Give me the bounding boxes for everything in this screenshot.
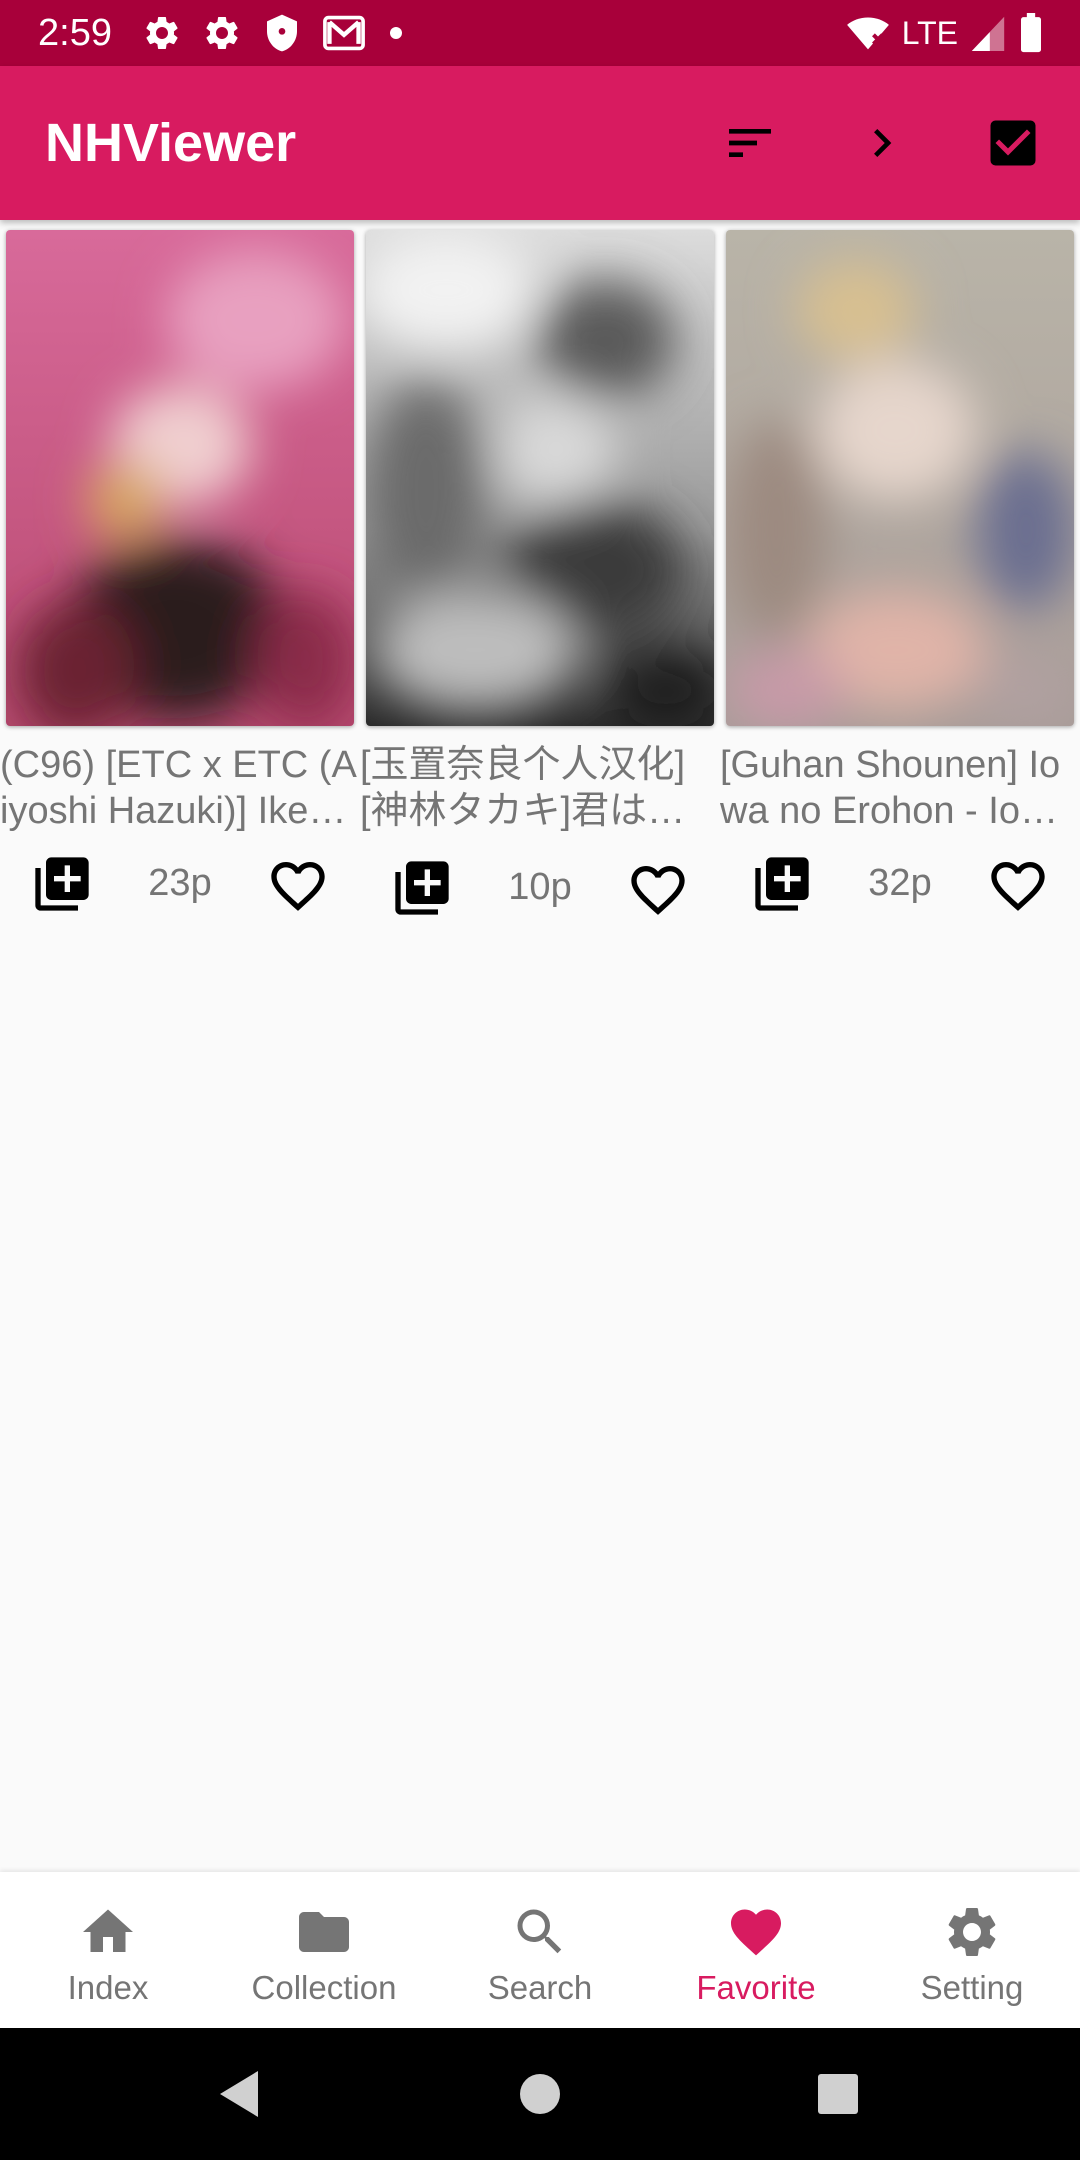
gallery-cover-image[interactable] (366, 230, 714, 726)
network-type: LTE (901, 15, 958, 51)
nav-label: Favorite (696, 1969, 816, 2006)
next-page-button[interactable] (852, 113, 912, 173)
library-add-icon (35, 857, 89, 911)
cell-signal-icon (971, 16, 1005, 51)
status-time: 2:59 (38, 12, 112, 54)
app-bar: NHViewer (0, 66, 1080, 220)
app-title: NHViewer (45, 113, 297, 173)
home-button[interactable] (510, 2064, 570, 2124)
gmail-icon (323, 15, 365, 51)
heart-outline-icon (991, 862, 1045, 911)
notification-icons (142, 12, 406, 54)
search-icon (517, 1909, 562, 1954)
nav-item-index[interactable]: Index (0, 1872, 216, 2028)
library-add-icon (755, 857, 809, 911)
heart-icon (731, 1909, 781, 1956)
gallery-actions: 23p (0, 852, 360, 932)
add-to-collection-button[interactable] (390, 856, 454, 920)
checkbox-checked-icon (990, 120, 1036, 166)
status-bar: 2:59 LTE (0, 0, 1080, 66)
gallery-cover-image[interactable] (6, 230, 354, 726)
add-to-collection-button[interactable] (30, 852, 94, 916)
settings-notification-icon (206, 16, 238, 49)
nav-label: Index (67, 1969, 149, 2006)
settings-notification-icon (146, 16, 178, 49)
system-indicators: LTE (846, 10, 1044, 56)
nav-label: Collection (251, 1969, 397, 2006)
recents-square-icon (818, 2074, 858, 2114)
home-icon (83, 1909, 133, 1952)
nav-item-setting[interactable]: Setting (864, 1872, 1080, 2028)
chevron-right-icon (874, 129, 892, 157)
home-circle-icon (520, 2074, 560, 2114)
gallery-title: (C96) [ETC x ETC (Aiyoshi Hazuki)] Ikeme… (0, 744, 357, 832)
favorite-button[interactable] (626, 858, 690, 918)
nav-label: Setting (920, 1969, 1024, 2006)
gallery-title: [玉置奈良个人汉化] [神林タカキ]君は知らない (360, 744, 686, 832)
sort-icon (729, 129, 771, 157)
folder-icon (299, 1912, 349, 1952)
favorite-button[interactable] (266, 854, 330, 914)
heart-outline-icon (271, 862, 325, 911)
battery-icon (1021, 13, 1041, 53)
recents-button[interactable] (808, 2064, 868, 2124)
back-triangle-icon (220, 2071, 258, 2117)
library-add-icon (395, 861, 449, 915)
nav-item-collection[interactable]: Collection (216, 1872, 432, 2028)
gear-icon (948, 1908, 996, 1956)
select-all-button[interactable] (983, 113, 1043, 173)
nav-item-search[interactable]: Search (432, 1872, 648, 2028)
back-button[interactable] (210, 2064, 270, 2124)
wifi-icon (846, 17, 889, 50)
nav-label: Search (487, 1969, 593, 2006)
gallery-actions: 32p (720, 852, 1080, 932)
favorite-button[interactable] (986, 854, 1050, 914)
sort-button[interactable] (720, 113, 780, 173)
shield-icon (267, 14, 297, 52)
bottom-navigation: Index Collection Search Favorite Setting (0, 1872, 1080, 2028)
nav-item-favorite[interactable]: Favorite (648, 1872, 864, 2028)
gallery-title: [Guhan Shounen] Iowa no Erohon - Iowa's … (720, 744, 1061, 832)
notification-dot-icon (390, 27, 402, 39)
add-to-collection-button[interactable] (750, 852, 814, 916)
gallery-actions: 10p (360, 856, 720, 936)
gallery-cover-image[interactable] (726, 230, 1074, 726)
heart-outline-icon (631, 866, 685, 915)
system-navigation-bar (0, 2028, 1080, 2160)
